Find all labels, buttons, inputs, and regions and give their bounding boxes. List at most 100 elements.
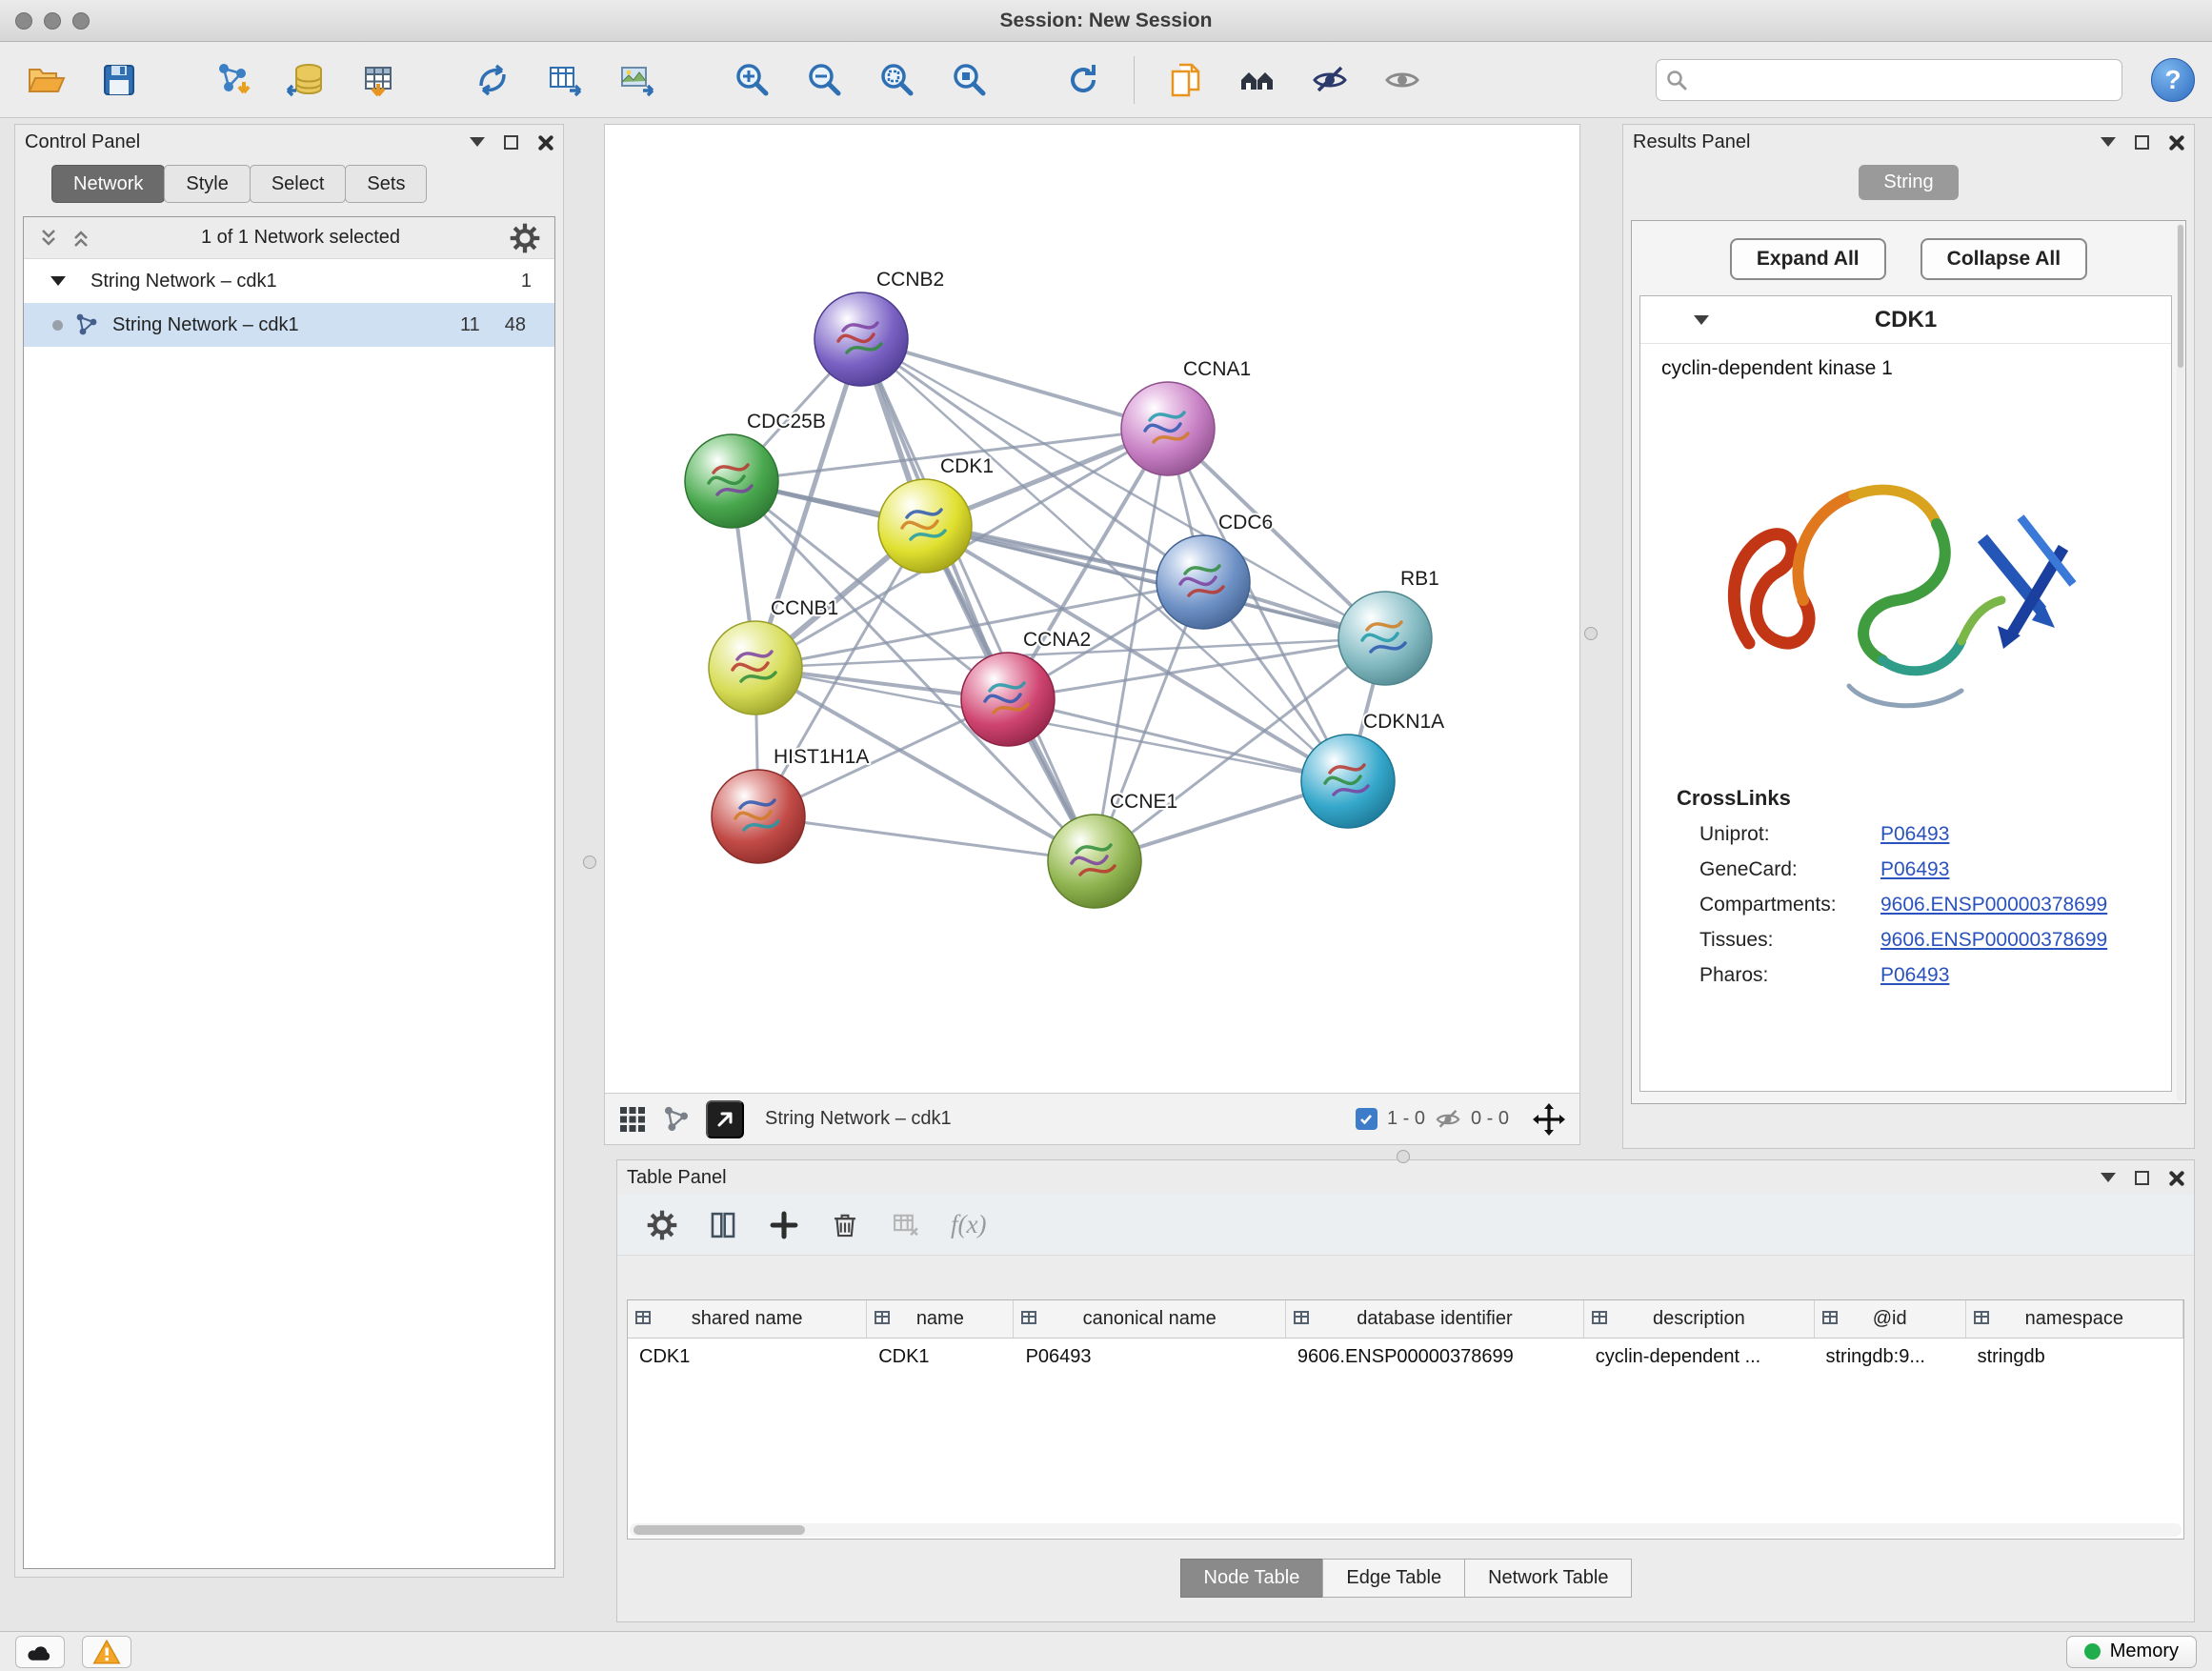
expand-all-button[interactable]: Expand All: [1730, 238, 1886, 280]
column-header[interactable]: description: [1584, 1300, 1815, 1338]
network-node-ccnb1[interactable]: [709, 621, 802, 715]
delete-column-icon[interactable]: [829, 1209, 861, 1241]
network-node-cdc25b[interactable]: [685, 434, 778, 528]
tab-select[interactable]: Select: [250, 165, 347, 203]
network-node-ccna1[interactable]: [1121, 382, 1215, 475]
crosslink-link[interactable]: P06493: [1880, 823, 1949, 846]
zoom-out-button[interactable]: [794, 50, 854, 110]
network-node-hist1h1a[interactable]: [712, 770, 805, 863]
tab-style[interactable]: Style: [164, 165, 250, 203]
network-edge[interactable]: [861, 339, 1095, 861]
refresh-view-button[interactable]: [1054, 50, 1113, 110]
collapse-all-button[interactable]: Collapse All: [1920, 238, 2087, 280]
results-scrollbar-thumb[interactable]: [2178, 225, 2183, 368]
network-node-ccnb2[interactable]: [814, 292, 908, 386]
tab-edge-table[interactable]: Edge Table: [1322, 1559, 1465, 1598]
zoom-fit-button[interactable]: [867, 50, 926, 110]
network-edge[interactable]: [861, 339, 1168, 429]
panel-menu-icon[interactable]: [2101, 1173, 2116, 1182]
tree-expander-icon[interactable]: [50, 276, 66, 286]
close-panel-icon[interactable]: [2168, 134, 2184, 151]
export-image-button[interactable]: [608, 50, 667, 110]
gear-icon[interactable]: [509, 222, 541, 254]
column-header[interactable]: canonical name: [1014, 1300, 1285, 1338]
show-columns-icon[interactable]: [707, 1209, 739, 1241]
open-session-button[interactable]: [17, 50, 76, 110]
grid-view-icon[interactable]: [618, 1105, 647, 1134]
collapse-gene-icon[interactable]: [1694, 315, 1709, 325]
network-overview-icon[interactable]: [662, 1105, 691, 1134]
close-panel-icon[interactable]: [2168, 1170, 2184, 1186]
bottom-splitter-handle[interactable]: [1397, 1150, 1410, 1163]
zoom-selected-button[interactable]: [939, 50, 998, 110]
memory-button[interactable]: Memory: [2066, 1636, 2197, 1668]
network-from-selection-button[interactable]: [463, 50, 522, 110]
crosslink-link[interactable]: 9606.ENSP00000378699: [1880, 929, 2107, 952]
tab-string[interactable]: String: [1859, 165, 1958, 200]
network-canvas[interactable]: CCNB2CCNA1CDC25BCDK1CDC6RB1CCNB1CCNA2CDK…: [605, 125, 1579, 1093]
network-node-cdk1[interactable]: [878, 479, 972, 573]
crosslink-link[interactable]: P06493: [1880, 858, 1949, 881]
network-node-ccna2[interactable]: [961, 653, 1055, 746]
add-column-icon[interactable]: [768, 1209, 800, 1241]
network-edge[interactable]: [758, 816, 1095, 861]
hide-selected-button[interactable]: [1300, 50, 1359, 110]
column-header[interactable]: name: [867, 1300, 1014, 1338]
cell-namespace[interactable]: stringdb: [1966, 1339, 2183, 1377]
right-splitter-handle[interactable]: [1584, 627, 1598, 640]
panel-menu-icon[interactable]: [2101, 137, 2116, 147]
save-session-button[interactable]: [90, 50, 149, 110]
import-network-button[interactable]: [204, 50, 263, 110]
column-header[interactable]: shared name: [628, 1300, 867, 1338]
float-panel-icon[interactable]: [2135, 135, 2149, 150]
cell-shared-name[interactable]: CDK1: [628, 1339, 867, 1377]
float-panel-icon[interactable]: [504, 135, 518, 150]
panel-menu-icon[interactable]: [470, 137, 485, 147]
copy-document-button[interactable]: [1156, 50, 1215, 110]
zoom-in-button[interactable]: [722, 50, 781, 110]
expand-all-tree-icon[interactable]: [37, 227, 60, 250]
table-row[interactable]: CDK1 CDK1 P06493 9606.ENSP00000378699 cy…: [628, 1339, 2183, 1377]
crosslink-link[interactable]: 9606.ENSP00000378699: [1880, 894, 2107, 916]
import-network-from-database-button[interactable]: [276, 50, 335, 110]
network-row-selected[interactable]: String Network – cdk1 11 48: [24, 303, 554, 347]
table-horizontal-scrollbar[interactable]: [630, 1523, 2182, 1537]
network-node-cdc6[interactable]: [1156, 535, 1250, 629]
detach-view-button[interactable]: [706, 1100, 744, 1138]
scrollbar-thumb[interactable]: [633, 1525, 805, 1535]
show-all-button[interactable]: [1373, 50, 1432, 110]
network-node-ccne1[interactable]: [1048, 815, 1141, 908]
new-table-button[interactable]: [535, 50, 594, 110]
help-button[interactable]: ?: [2151, 58, 2195, 102]
cell-database-identifier[interactable]: 9606.ENSP00000378699: [1286, 1339, 1584, 1377]
cell-name[interactable]: CDK1: [867, 1339, 1014, 1377]
column-header[interactable]: @id: [1815, 1300, 1966, 1338]
tab-sets[interactable]: Sets: [345, 165, 427, 203]
cloud-status-button[interactable]: [15, 1636, 65, 1668]
function-builder-button[interactable]: f(x): [951, 1210, 986, 1239]
left-splitter-handle[interactable]: [583, 856, 596, 869]
tab-network-table[interactable]: Network Table: [1464, 1559, 1632, 1598]
crosslink-link[interactable]: P06493: [1880, 964, 1949, 987]
network-collection-row[interactable]: String Network – cdk1 1: [24, 259, 554, 303]
selected-checkbox-icon[interactable]: [1356, 1108, 1377, 1130]
results-scrollbar[interactable]: [2177, 223, 2184, 1101]
warnings-button[interactable]: [82, 1636, 131, 1668]
column-header[interactable]: database identifier: [1286, 1300, 1584, 1338]
cell-id[interactable]: stringdb:9...: [1814, 1339, 1965, 1377]
cell-description[interactable]: cyclin-dependent ...: [1584, 1339, 1815, 1377]
column-header[interactable]: namespace: [1966, 1300, 2183, 1338]
table-settings-gear-icon[interactable]: [646, 1209, 678, 1241]
minimize-window-button[interactable]: [44, 12, 61, 30]
search-input[interactable]: [1695, 69, 2112, 91]
cell-canonical-name[interactable]: P06493: [1015, 1339, 1286, 1377]
import-table-button[interactable]: [349, 50, 408, 110]
gene-card-header[interactable]: CDK1: [1640, 296, 2171, 344]
zoom-window-button[interactable]: [72, 12, 90, 30]
tab-node-table[interactable]: Node Table: [1180, 1559, 1324, 1598]
tab-network[interactable]: Network: [51, 165, 165, 203]
float-panel-icon[interactable]: [2135, 1171, 2149, 1185]
network-node-cdkn1a[interactable]: [1301, 735, 1395, 828]
pan-crosshair-icon[interactable]: [1532, 1102, 1566, 1137]
close-window-button[interactable]: [15, 12, 32, 30]
